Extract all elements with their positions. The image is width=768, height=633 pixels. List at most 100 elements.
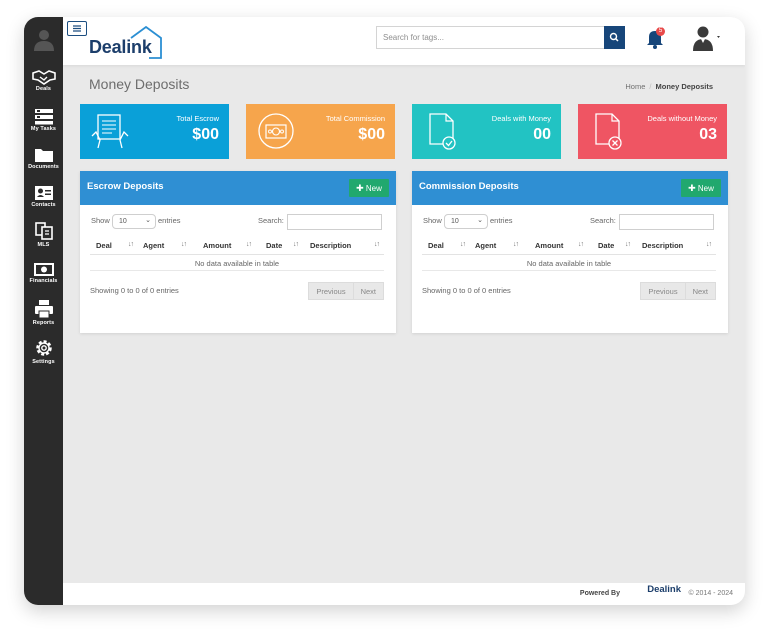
- sort-icon[interactable]: ↓↑: [460, 241, 466, 248]
- column-header-description[interactable]: Description: [642, 241, 683, 250]
- column-header-date[interactable]: Date: [266, 241, 282, 250]
- user-avatar-icon[interactable]: [33, 27, 55, 51]
- breadcrumb-current: Money Deposits: [655, 82, 713, 91]
- column-header-description[interactable]: Description: [310, 241, 351, 250]
- notification-badge: 5: [656, 27, 665, 36]
- sidebar-item-label: Financials: [29, 278, 58, 284]
- sidebar-item-label: Reports: [32, 320, 55, 326]
- document-x-icon: [595, 113, 622, 150]
- footer-logo[interactable]: Dealink: [647, 584, 681, 595]
- plus-icon: ✚: [688, 183, 696, 193]
- empty-table-message: No data available in table: [90, 255, 384, 271]
- chevron-down-icon: ⌄: [477, 217, 483, 224]
- column-header-amount[interactable]: Amount: [203, 241, 231, 250]
- sidebar-item-financials[interactable]: Financials: [24, 262, 63, 284]
- mls-icon: [34, 222, 53, 240]
- new-escrow-button[interactable]: ✚ New: [349, 179, 389, 197]
- show-label: Show: [423, 216, 442, 225]
- sidebar-item-settings[interactable]: Settings: [24, 338, 63, 365]
- table-info: Showing 0 to 0 of 0 entries: [90, 286, 179, 295]
- stat-title: Total Escrow: [176, 114, 219, 123]
- dealink-logo[interactable]: Dealink: [89, 24, 165, 60]
- page-title: Money Deposits: [89, 76, 190, 92]
- search-label: Search:: [258, 216, 284, 225]
- sidebar-item-my-tasks[interactable]: My Tasks: [24, 108, 63, 132]
- entries-select[interactable]: 10 ⌄: [112, 214, 156, 229]
- stat-title: Deals with Money: [491, 114, 551, 123]
- panel-title: Commission Deposits: [419, 181, 519, 192]
- column-header-date[interactable]: Date: [598, 241, 614, 250]
- previous-page-button[interactable]: Previous: [640, 282, 686, 300]
- copyright-text: © 2014 - 2024: [688, 590, 733, 597]
- stat-card-total-commission: Total Commission $00: [246, 104, 395, 159]
- column-header-agent[interactable]: Agent: [475, 241, 496, 250]
- sort-icon[interactable]: ↓↑: [128, 241, 134, 248]
- folder-icon: [34, 149, 53, 162]
- entries-value: 10: [451, 218, 459, 225]
- column-header-agent[interactable]: Agent: [143, 241, 164, 250]
- new-commission-button[interactable]: ✚ New: [681, 179, 721, 197]
- sidebar-item-deals[interactable]: Deals: [24, 69, 63, 92]
- entries-value: 10: [119, 218, 127, 225]
- column-header-deal[interactable]: Deal: [428, 241, 444, 250]
- printer-icon: [34, 300, 53, 319]
- pagination: Previous Next: [640, 282, 716, 300]
- tag-search-input[interactable]: Search for tags...: [376, 26, 604, 49]
- powered-by-text: Powered By: [579, 590, 620, 597]
- stat-title: Deals without Money: [647, 114, 717, 123]
- previous-page-button[interactable]: Previous: [308, 282, 354, 300]
- column-header-deal[interactable]: Deal: [96, 241, 112, 250]
- plus-icon: ✚: [356, 183, 364, 193]
- empty-table-message: No data available in table: [422, 255, 716, 271]
- document-check-icon: [429, 113, 456, 150]
- new-button-label: New: [365, 184, 382, 193]
- stat-value: 03: [699, 126, 717, 143]
- stat-card-total-escrow: Total Escrow $00: [80, 104, 229, 159]
- gear-icon: [35, 340, 52, 356]
- next-page-button[interactable]: Next: [685, 282, 716, 300]
- sort-icon[interactable]: ↓↑: [293, 241, 299, 248]
- sidebar-item-label: Contacts: [31, 202, 56, 208]
- search-label: Search:: [590, 216, 616, 225]
- sidebar-item-label: Documents: [28, 164, 59, 170]
- tasks-icon: [34, 109, 53, 125]
- table-info: Showing 0 to 0 of 0 entries: [422, 286, 511, 295]
- sidebar-item-reports[interactable]: Reports: [24, 299, 63, 326]
- stat-title: Total Commission: [325, 114, 385, 123]
- sidebar-item-mls[interactable]: MLS: [24, 221, 63, 248]
- next-page-button[interactable]: Next: [353, 282, 384, 300]
- app-window: Deals My Tasks Documents Contacts MLS Fi…: [24, 17, 745, 605]
- handshake-icon: [31, 70, 56, 85]
- sort-icon[interactable]: ↓↑: [706, 241, 712, 248]
- sidebar-item-documents[interactable]: Documents: [24, 147, 63, 170]
- breadcrumb: Home / Money Deposits: [625, 82, 713, 91]
- sidebar-item-contacts[interactable]: Contacts: [24, 185, 63, 208]
- sidebar-item-label: Settings: [32, 359, 55, 365]
- panel-header: Commission Deposits ✚ New: [412, 171, 728, 205]
- stat-value: $00: [192, 126, 219, 143]
- breadcrumb-home-link[interactable]: Home: [625, 82, 645, 91]
- sort-icon[interactable]: ↓↑: [374, 241, 380, 248]
- sort-icon[interactable]: ↓↑: [625, 241, 631, 248]
- sort-icon[interactable]: ↓↑: [578, 241, 584, 248]
- footer: Powered By Dealink © 2014 - 2024: [63, 583, 745, 605]
- show-label: Show: [91, 216, 110, 225]
- entries-select[interactable]: 10 ⌄: [444, 214, 488, 229]
- sort-icon[interactable]: ↓↑: [181, 241, 187, 248]
- sort-icon[interactable]: ↓↑: [513, 241, 519, 248]
- table-header-row: Deal ↓↑ Agent ↓↑ Amount ↓↑ Date ↓↑ Descr…: [90, 237, 384, 255]
- commission-icon: [258, 113, 294, 149]
- table-search-input[interactable]: [619, 214, 714, 230]
- commission-deposits-panel: Commission Deposits ✚ New Show 10 ⌄ entri…: [412, 171, 728, 333]
- pagination: Previous Next: [308, 282, 384, 300]
- search-button[interactable]: [604, 26, 625, 49]
- column-header-amount[interactable]: Amount: [535, 241, 563, 250]
- table-search-input[interactable]: [287, 214, 382, 230]
- escrow-deposits-panel: Escrow Deposits ✚ New Show 10 ⌄ entries S…: [80, 171, 396, 333]
- user-menu-icon[interactable]: [692, 25, 722, 51]
- menu-toggle-button[interactable]: [67, 21, 87, 36]
- stat-value: $00: [358, 126, 385, 143]
- sidebar: Deals My Tasks Documents Contacts MLS Fi…: [24, 17, 63, 605]
- sort-icon[interactable]: ↓↑: [246, 241, 252, 248]
- contact-card-icon: [34, 186, 53, 200]
